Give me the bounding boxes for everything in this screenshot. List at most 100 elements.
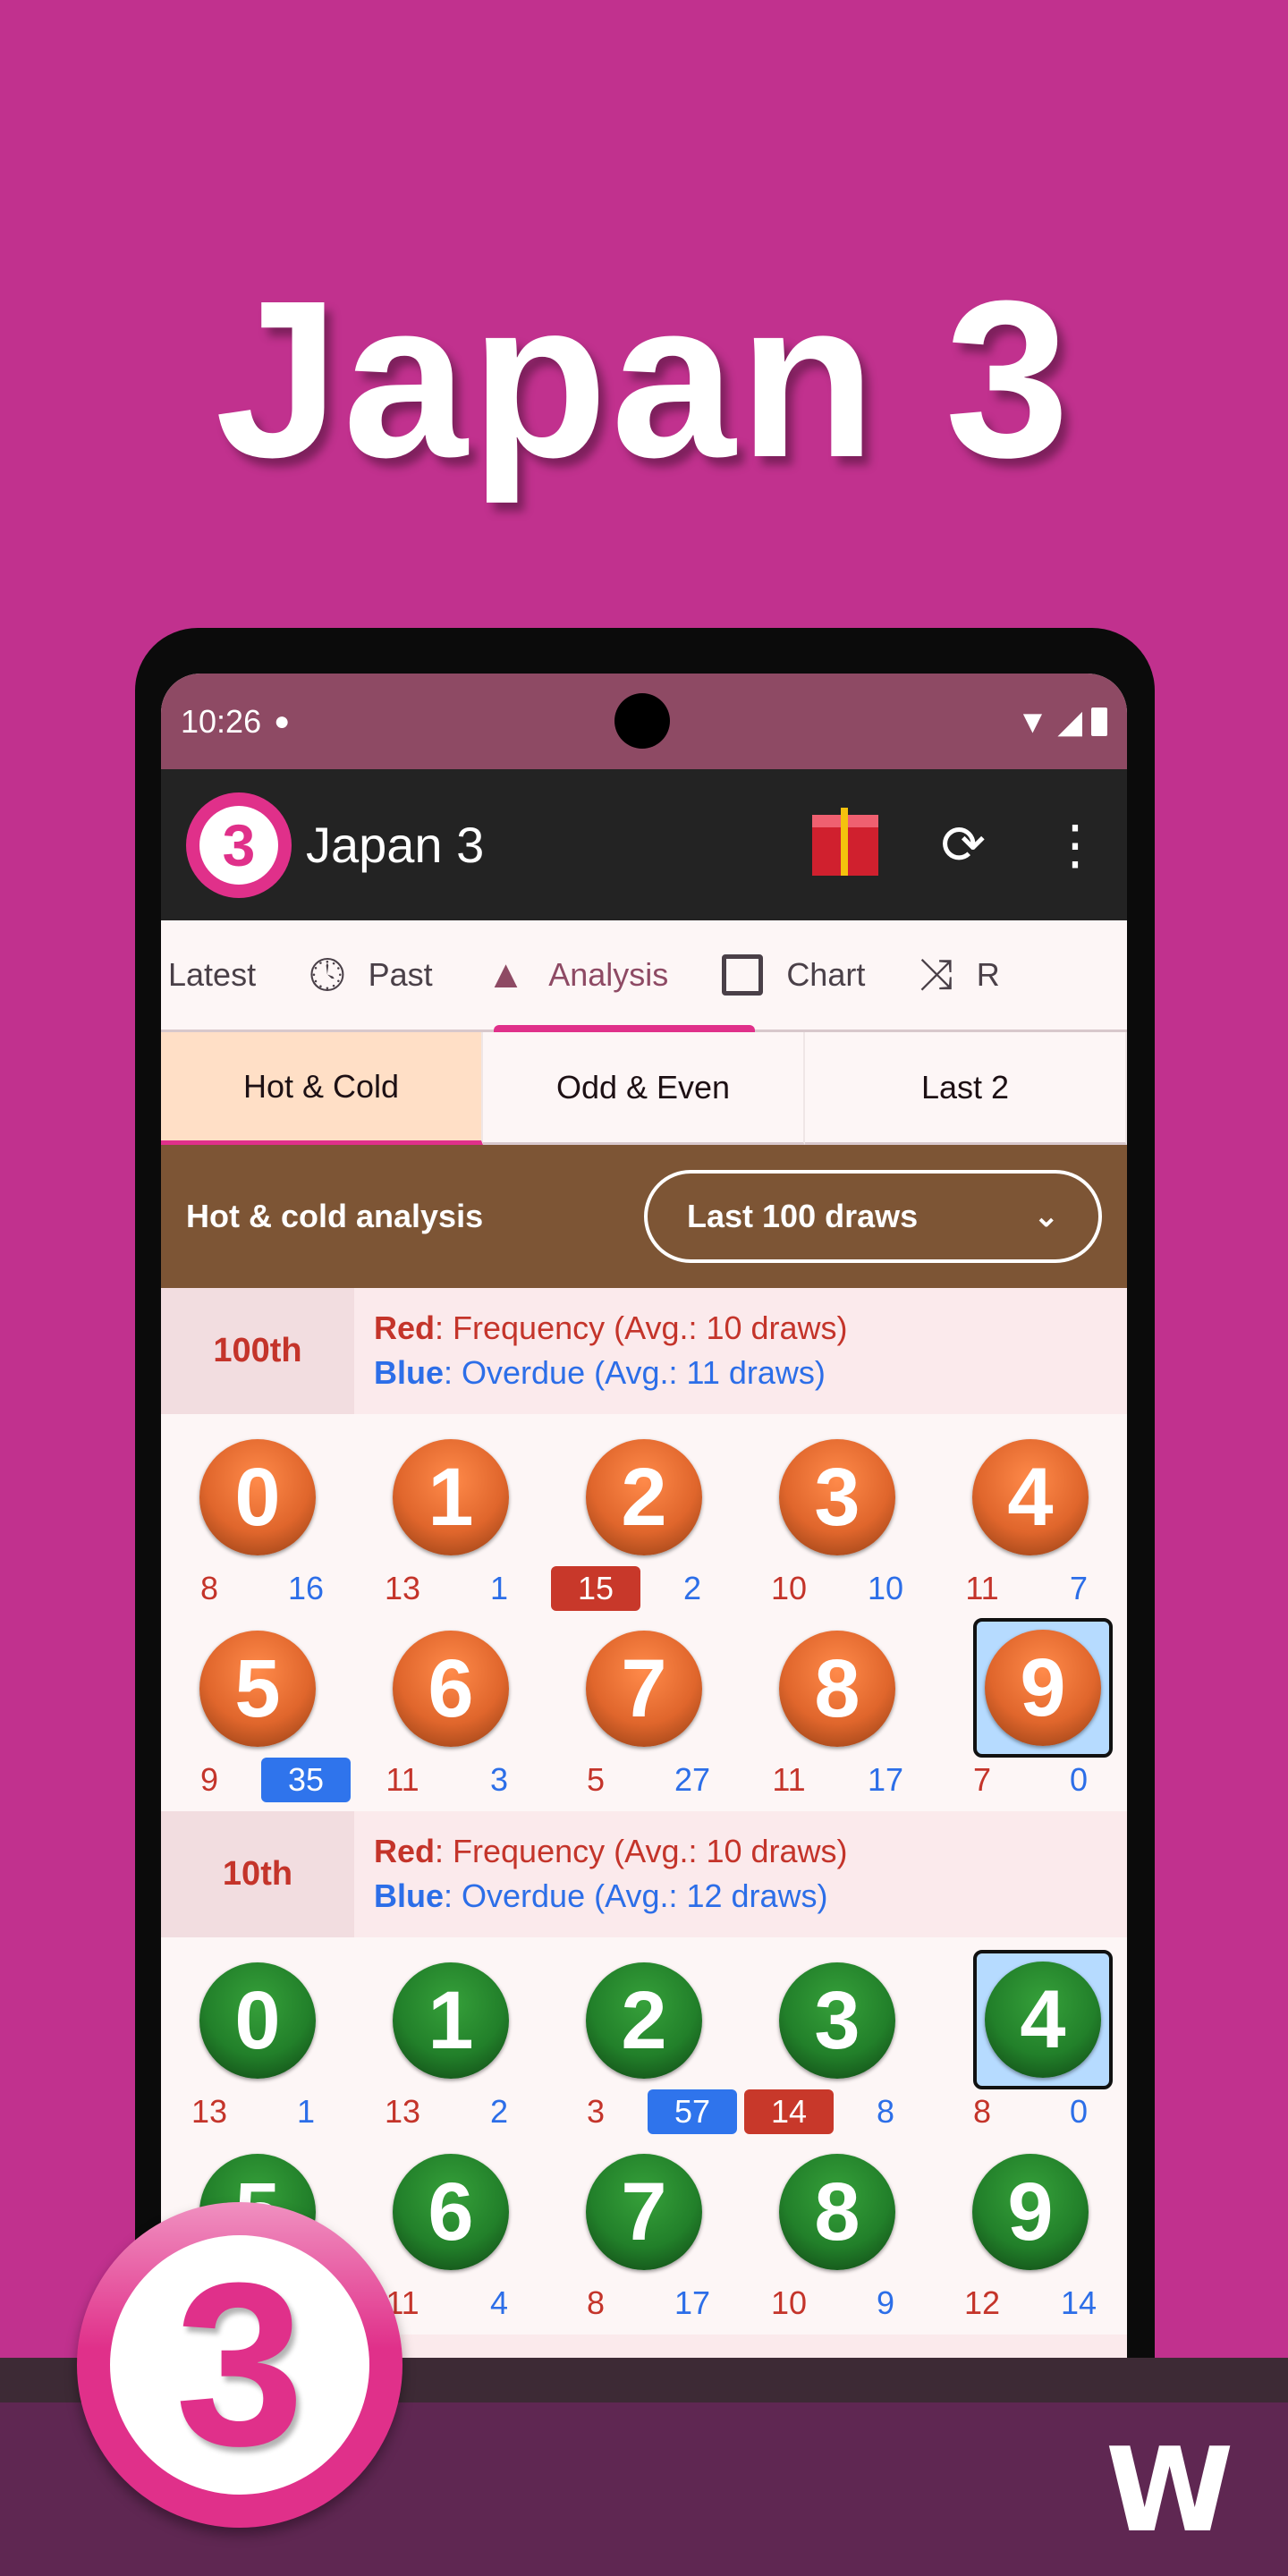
ball-cell[interactable]: 9 12 14	[934, 2138, 1127, 2329]
tab-latest[interactable]: Latest	[161, 956, 283, 994]
number-ball[interactable]: 7	[586, 1631, 702, 1747]
section-name: 100th	[161, 1288, 354, 1414]
flask-icon: ▲	[486, 953, 526, 996]
section-header: 10th Red: Frequency (Avg.: 10 draws) Blu…	[161, 1811, 1127, 1937]
ball-highlight: 8	[777, 2147, 897, 2277]
ball-highlight: 3	[777, 1955, 897, 2086]
ball-cell[interactable]: 9 7 0	[934, 1614, 1127, 1806]
ball-highlight: 6	[391, 1623, 511, 1754]
ball-cell[interactable]: 4 8 0	[934, 1946, 1127, 2138]
app-screen: 10:26 ● ▼ ◢ 3 Japan 3 ⟳ ⋮ Latest 🕓︎ Past …	[161, 674, 1127, 2358]
frequency-count: 12	[963, 2284, 1001, 2321]
ball-highlight: 2	[584, 1955, 704, 2086]
ball-highlight: 3	[777, 1432, 897, 1563]
wifi-icon: ▼	[1016, 702, 1049, 740]
ball-cell[interactable]: 3 14 8	[741, 1946, 934, 2138]
ball-cell[interactable]: 2 3 57	[547, 1946, 741, 2138]
camera-cutout	[614, 693, 670, 749]
number-ball[interactable]: 1	[393, 1962, 509, 2079]
battery-icon	[1091, 707, 1107, 736]
frequency-count: 11	[386, 1761, 419, 1798]
number-ball[interactable]: 8	[779, 2154, 895, 2270]
ball-highlight: 5	[198, 1623, 318, 1754]
sub-tabs: Hot & Cold Odd & Even Last 2	[161, 1032, 1127, 1145]
number-ball[interactable]: 7	[586, 2154, 702, 2270]
frequency-count: 9	[199, 1761, 219, 1798]
refresh-icon[interactable]: ⟳	[941, 814, 986, 877]
ball-cell[interactable]: 1 13 1	[354, 1423, 547, 1614]
number-ball[interactable]: 3	[779, 1962, 895, 2079]
section-legend: Red: Frequency (Avg.: 10 draws) Blue: Ov…	[354, 1811, 868, 1937]
number-ball[interactable]: 2	[586, 1962, 702, 2079]
ball-highlight: 1	[391, 1432, 511, 1563]
shuffle-icon: ⤨	[919, 951, 953, 998]
overdue-count: 27	[674, 1761, 711, 1798]
sections: 100th Red: Frequency (Avg.: 10 draws) Bl…	[161, 1288, 1127, 2358]
overdue-count: 0	[1069, 1761, 1089, 1798]
overdue-count: 1	[489, 1570, 509, 1606]
ball-highlight: 0	[198, 1432, 318, 1563]
number-ball[interactable]: 3	[779, 1439, 895, 1555]
ball-highlight: 1	[391, 1955, 511, 2086]
subtab-last-2[interactable]: Last 2	[805, 1032, 1127, 1145]
number-ball[interactable]: 1	[393, 1439, 509, 1555]
ball-grid: 0 8 16 1 13 1 2 15 2 3 10 10 4 11 7 5 9 35 6 11 3 7 52…	[161, 1414, 1127, 1811]
frequency-count: 13	[384, 2093, 421, 2130]
number-ball[interactable]: 9	[972, 2154, 1089, 2270]
overdue-count: 4	[489, 2284, 509, 2321]
headline: Japan 3	[215, 254, 1073, 504]
ball-highlight: 8	[777, 1623, 897, 1754]
ball-cell[interactable]: 4 11 7	[934, 1423, 1127, 1614]
ball-cell[interactable]: 0 13 1	[161, 1946, 354, 2138]
ball-cell[interactable]: 7 5 27	[547, 1614, 741, 1806]
app-bar: 3 Japan 3 ⟳ ⋮	[161, 769, 1127, 920]
frequency-count: 8	[972, 2093, 992, 2130]
number-ball[interactable]: 4	[972, 1439, 1089, 1555]
ball-cell[interactable]: 8 11 17	[741, 1614, 934, 1806]
blue-text: : Overdue (Avg.: 11 draws)	[444, 1354, 826, 1391]
number-ball[interactable]: 8	[779, 1631, 895, 1747]
app-title: Japan 3	[306, 817, 485, 873]
number-ball[interactable]: 9	[985, 1630, 1101, 1746]
number-ball[interactable]: 2	[586, 1439, 702, 1555]
frequency-count: 11	[965, 1570, 999, 1606]
number-ball[interactable]: 4	[985, 1962, 1101, 2078]
number-ball[interactable]: 0	[199, 1962, 316, 2079]
overdue-count: 35	[261, 1758, 351, 1802]
ball-cell[interactable]: 7 8 17	[547, 2138, 741, 2329]
ball-cell[interactable]: 0 8 16	[161, 1423, 354, 1614]
ball-cell[interactable]: 1 13 2	[354, 1946, 547, 2138]
number-ball[interactable]: 6	[393, 2154, 509, 2270]
overdue-count: 1	[296, 2093, 316, 2130]
tab-chart[interactable]: Chart	[695, 954, 892, 996]
number-ball[interactable]: 5	[199, 1631, 316, 1747]
tab-past[interactable]: 🕓︎ Past	[283, 949, 460, 1002]
overdue-count: 2	[682, 1570, 702, 1606]
bar-chart-icon	[722, 954, 764, 996]
number-ball[interactable]: 6	[393, 1631, 509, 1747]
ball-cell[interactable]: 5 9 35	[161, 1614, 354, 1806]
ball-cell[interactable]: 2 15 2	[547, 1423, 741, 1614]
subtab-hot-cold[interactable]: Hot & Cold	[161, 1032, 483, 1145]
more-options-icon[interactable]: ⋮	[1048, 814, 1102, 877]
ball-cell[interactable]: 6 11 3	[354, 1614, 547, 1806]
frequency-count: 13	[384, 1570, 421, 1606]
section-legend: Red: Frequency (Avg.: 10 draws)	[354, 2334, 868, 2358]
frequency-count: 14	[744, 2089, 834, 2134]
overdue-count: 14	[1060, 2284, 1097, 2321]
red-label: Red	[374, 1309, 436, 1346]
tab-analysis[interactable]: ▲ Analysis	[460, 953, 696, 997]
ball-cell[interactable]: 8 10 9	[741, 2138, 934, 2329]
red-text: : Frequency (Avg.: 10 draws)	[435, 1309, 848, 1346]
analysis-label: Hot & cold analysis	[186, 1198, 484, 1234]
overdue-count: 3	[489, 1761, 509, 1798]
ball-cell[interactable]: 3 10 10	[741, 1423, 934, 1614]
overdue-count: 17	[867, 1761, 904, 1798]
draw-range-dropdown[interactable]: Last 100 draws ⌄	[644, 1170, 1102, 1263]
number-ball[interactable]: 0	[199, 1439, 316, 1555]
ball-highlight: 2	[584, 1432, 704, 1563]
frequency-count: 13	[191, 2093, 228, 2130]
tab-random[interactable]: ⤨ R	[892, 950, 1026, 1000]
gift-icon[interactable]	[811, 807, 878, 876]
subtab-odd-even[interactable]: Odd & Even	[483, 1032, 805, 1145]
